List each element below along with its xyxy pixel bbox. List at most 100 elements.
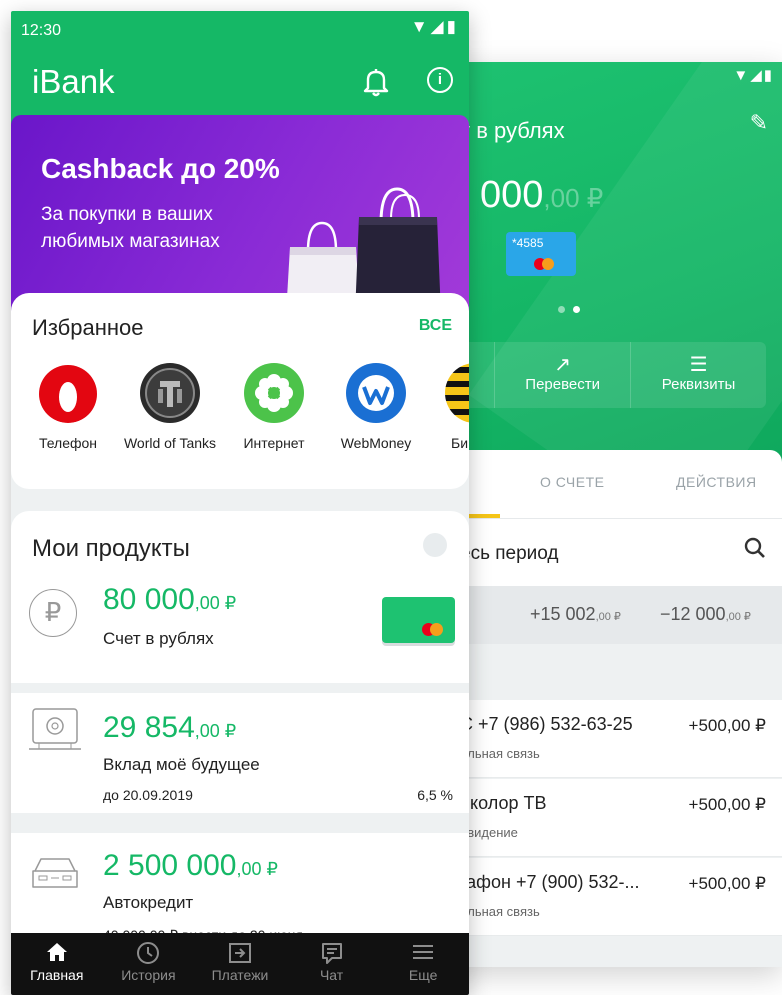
income-total: +15 002,00 ₽ (530, 604, 621, 625)
amount-cents: ,00 ₽ (194, 593, 237, 613)
expense-cents: ,00 ₽ (725, 611, 751, 623)
ruble-icon: ₽ (29, 589, 77, 637)
favorite-label: Би (451, 435, 469, 451)
product-account[interactable]: ₽ 80 000,00 ₽ Счет в рублях (11, 581, 469, 683)
payments-icon (194, 941, 286, 967)
promo-title: Cashback до 20% (41, 153, 280, 184)
favorite-label: Интернет (243, 435, 305, 451)
action-requisites[interactable]: ☰ Реквизиты (630, 342, 766, 408)
flower-icon (244, 363, 304, 423)
bottom-navigation: Главная История Платежи Чат Еще (11, 933, 469, 995)
product-name: Автокредит (103, 893, 194, 912)
favorite-world-of-tanks[interactable]: World of Tanks (123, 363, 217, 453)
app-bar: 12:30 ▼◢▮ iBank i (11, 11, 469, 127)
webmoney-icon (346, 363, 406, 423)
balance-value: 000 (480, 174, 544, 216)
carousel-dots (558, 306, 580, 313)
product-name: Вклад моё будущее (103, 755, 260, 774)
beeline-icon (445, 363, 469, 423)
nav-label: Чат (319, 967, 344, 983)
favorite-label: WebMoney (340, 435, 412, 451)
amount-value: 2 500 000 (103, 849, 237, 882)
status-icons: ▼◢▮ (410, 17, 459, 36)
arrow-up-right-icon: ↗ (554, 354, 572, 376)
product-deposit[interactable]: 29 854,00 ₽ Вклад моё будущее до 20.09.2… (11, 683, 469, 813)
edit-icon[interactable]: ✎ (750, 110, 768, 136)
product-amount: 80 000,00 ₽ (103, 583, 236, 617)
transaction-row[interactable]: С +7 (986) 532-63-25 ильная связь +500,0… (420, 700, 782, 778)
nav-label: История (121, 967, 176, 983)
card-thumb[interactable]: *4585 (506, 232, 576, 276)
home-icon (11, 941, 103, 967)
favorite-phone[interactable]: Телефон (21, 363, 115, 453)
info-icon[interactable]: i (427, 67, 453, 93)
transaction-row[interactable]: иколор ТВ евидение +500,00 ₽ (420, 779, 782, 857)
status-time: 12:30 (21, 22, 62, 39)
transaction-row[interactable]: гафон +7 (900) 532-... ильная связь +500… (420, 858, 782, 936)
account-tabs: О СЧЕТЕ ДЕЙСТВИЯ (420, 450, 782, 518)
product-amount: 29 854,00 ₽ (103, 711, 236, 745)
income-cents: ,00 ₽ (595, 611, 621, 623)
nav-label: Главная (30, 967, 84, 983)
favorites-all-link[interactable]: ВСЕ (419, 317, 452, 335)
favorite-webmoney[interactable]: WebMoney (329, 363, 423, 453)
safe-icon (29, 707, 81, 756)
transaction-category: ильная связь (460, 904, 540, 919)
account-title: т в рублях (460, 118, 565, 143)
favorite-internet[interactable]: Интернет (227, 363, 321, 453)
carousel-dot-active (573, 306, 580, 313)
search-icon[interactable] (744, 537, 766, 566)
period-totals: +15 002,00 ₽ −12 000,00 ₽ (420, 586, 782, 644)
account-balance: 000,00 ₽ (480, 174, 603, 217)
transaction-amount: +500,00 ₽ (688, 716, 766, 735)
period-filter[interactable]: есь период (420, 518, 782, 586)
card-thumb[interactable] (382, 597, 455, 643)
showcase: ▼◢▮ т в рублях ✎ 000,00 ₽ 85 *4585 ть ↗П… (0, 0, 782, 995)
nav-more[interactable]: Еще (377, 933, 469, 995)
expense-value: −12 000 (660, 604, 726, 624)
bell-icon[interactable] (363, 67, 389, 97)
promo-subtitle: За покупки в ваших любимых магазинах (41, 204, 220, 252)
carousel-dot (558, 306, 565, 313)
transaction-name: гафон +7 (900) 532-... (460, 872, 640, 892)
gear-icon[interactable] (423, 533, 447, 557)
transaction-category: ильная связь (460, 746, 540, 761)
nav-payments[interactable]: Платежи (194, 933, 286, 995)
tab-actions[interactable]: ДЕЙСТВИЯ (676, 474, 757, 490)
promo-banner[interactable]: Cashback до 20% За покупки в ваших любим… (11, 115, 469, 315)
income-value: +15 002 (530, 604, 596, 624)
product-rate: 6,5 % (417, 787, 453, 803)
favorites-title: Избранное (32, 315, 144, 340)
mts-egg-icon (38, 363, 98, 423)
action-label: Реквизиты (661, 376, 736, 393)
clock-icon (103, 941, 195, 967)
product-amount: 2 500 000,00 ₽ (103, 849, 278, 883)
world-of-tanks-icon (140, 363, 200, 423)
amount-cents: ,00 ₽ (194, 721, 237, 741)
balance-cents: ,00 ₽ (543, 183, 604, 213)
nav-chat[interactable]: Чат (286, 933, 378, 995)
period-label: есь период (460, 543, 559, 564)
app-title: iBank (32, 63, 115, 100)
transaction-amount: +500,00 ₽ (688, 874, 766, 893)
status-icons: ▼◢▮ (733, 67, 774, 84)
nav-home[interactable]: Главная (11, 933, 103, 995)
amount-value: 29 854 (103, 711, 195, 744)
action-label: Перевести (525, 376, 600, 393)
favorite-beeline[interactable]: Би (423, 363, 469, 453)
amount-value: 80 000 (103, 583, 195, 616)
favorite-label: World of Tanks (123, 435, 217, 451)
tab-about-account[interactable]: О СЧЕТЕ (540, 474, 604, 490)
transaction-name: иколор ТВ (460, 793, 547, 813)
account-details-screen: ▼◢▮ т в рублях ✎ 000,00 ₽ 85 *4585 ть ↗П… (420, 62, 782, 967)
menu-icon (377, 941, 469, 967)
action-transfer[interactable]: ↗ Перевести (494, 342, 630, 408)
nav-history[interactable]: История (103, 933, 195, 995)
favorites-section: Избранное ВСЕ Телефон World of Tanks Инт… (11, 293, 469, 489)
favorite-label: Телефон (38, 435, 98, 451)
product-car-loan[interactable]: 2 500 000,00 ₽ Автокредит 40 000,00 ₽ вн… (11, 823, 469, 943)
chat-icon (286, 941, 378, 967)
product-term: до 20.09.2019 (103, 787, 193, 803)
nav-label: Платежи (211, 967, 269, 983)
lines-icon: ☰ (689, 354, 708, 376)
